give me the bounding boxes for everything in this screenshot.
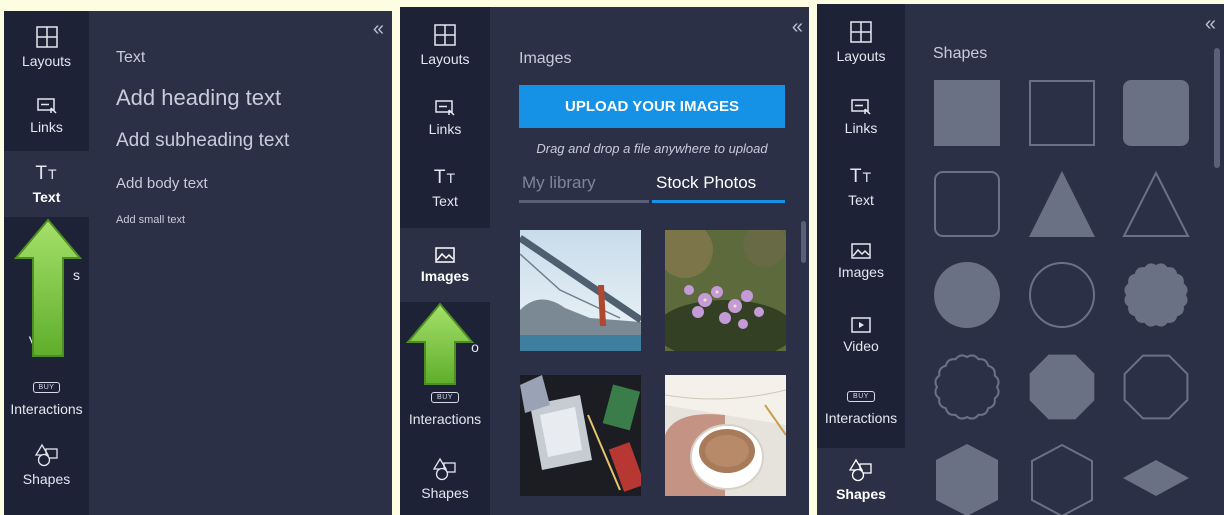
text-icon: TT (433, 167, 457, 188)
stock-photo-purple-flowers[interactable] (665, 230, 786, 351)
green-arrow-annotation (406, 302, 474, 385)
text-icon: TT (849, 166, 873, 187)
sidebar-item-label: Interactions (408, 411, 482, 427)
sidebar-item-text[interactable]: TT Text (400, 161, 490, 221)
sidebar-item-label: Interactions (824, 410, 898, 426)
sidebar-item-label: Layouts (21, 53, 72, 69)
sidebar-rail: Layouts Links TT Text Images o BUY Inter… (400, 7, 490, 515)
sidebar-item-shapes[interactable]: Shapes (400, 453, 490, 515)
sidebar-item-shapes[interactable]: Shapes (4, 439, 89, 503)
image-icon (850, 232, 872, 260)
sidebar-item-interactions[interactable]: BUY Interactions (400, 379, 490, 439)
upload-images-button[interactable]: UPLOAD YOUR IMAGES (519, 85, 785, 128)
sidebar-item-links[interactable]: Links (817, 88, 905, 148)
buy-badge-icon: BUY (847, 378, 875, 406)
sidebar-item-images[interactable]: Images (817, 232, 905, 292)
sidebar-item-layouts[interactable]: Layouts (4, 21, 89, 79)
sidebar-item-label: Shapes (836, 486, 886, 502)
sidebar-item-label: Text (432, 193, 458, 209)
shape-outline-hexagon[interactable] (1029, 443, 1095, 515)
sidebar-item-label: Links (428, 121, 462, 137)
panel-title: Text (116, 49, 146, 66)
stock-photo-notebooks-on-desk[interactable] (520, 375, 641, 496)
panel-title: Images (519, 50, 572, 67)
sidebar-item-label: Interactions (10, 401, 83, 417)
shape-outline-triangle[interactable] (1122, 170, 1190, 237)
add-heading-text-option[interactable]: Add heading text (116, 85, 281, 111)
sidebar-item-label: Shapes (421, 485, 469, 501)
text-icon: TT (35, 163, 58, 184)
sidebar-item-text[interactable]: TT Text (817, 160, 905, 220)
sidebar-item-label: Layouts (420, 51, 470, 67)
sidebar-item-label: Video (843, 338, 879, 354)
shape-filled-hexagon[interactable] (934, 444, 1000, 515)
tab-my-library[interactable]: My library (519, 173, 649, 203)
shape-filled-rounded-square[interactable] (1123, 80, 1189, 146)
stock-photo-coffee-cup-with-book[interactable] (665, 375, 786, 496)
layouts-icon (433, 19, 457, 47)
shape-filled-circle[interactable] (934, 262, 1000, 328)
collapse-panel-button[interactable]: « (1205, 14, 1216, 34)
shape-outline-scalloped-circle[interactable] (934, 354, 1000, 420)
sidebar-item-links[interactable]: Links (4, 87, 89, 145)
sidebar-item-label: Text (848, 192, 874, 208)
sidebar-item-interactions[interactable]: BUY Interactions (4, 369, 89, 429)
sidebar-item-label: Layouts (836, 48, 886, 64)
images-panel-screenshot: Layouts Links TT Text Images o BUY Inter… (400, 7, 809, 515)
shape-filled-square[interactable] (934, 80, 1000, 146)
sidebar-item-images[interactable]: Images (400, 228, 490, 302)
green-arrow-annotation (14, 218, 82, 357)
shape-outline-rounded-square[interactable] (934, 171, 1000, 237)
shape-outline-square[interactable] (1029, 80, 1095, 146)
video-icon (850, 306, 872, 334)
shapes-icon (432, 453, 458, 481)
scrollbar-thumb[interactable] (1214, 48, 1220, 168)
shape-filled-octagon[interactable] (1029, 354, 1095, 420)
shape-outline-octagon[interactable] (1123, 354, 1189, 420)
sidebar-item-label: Links (844, 120, 878, 136)
add-small-text-option[interactable]: Add small text (116, 214, 185, 226)
add-subheading-text-option[interactable]: Add subheading text (116, 130, 289, 152)
layouts-icon (849, 16, 873, 44)
collapse-panel-button[interactable]: « (373, 19, 384, 39)
sidebar-item-shapes[interactable]: Shapes (817, 448, 905, 515)
link-cursor-icon (36, 87, 58, 115)
sidebar-item-text[interactable]: TT Text (4, 151, 89, 217)
tab-stock-photos[interactable]: Stock Photos (652, 173, 785, 203)
sidebar-item-label: Links (30, 119, 63, 135)
stock-photo-golden-gate-bridge[interactable] (520, 230, 641, 351)
sidebar-item-layouts[interactable]: Layouts (400, 19, 490, 79)
link-cursor-icon (850, 88, 872, 116)
sidebar-item-interactions[interactable]: BUY Interactions (817, 378, 905, 438)
link-cursor-icon (434, 89, 456, 117)
sidebar-item-label: Images (420, 268, 470, 284)
buy-badge-icon: BUY (32, 369, 61, 397)
sidebar-item-links[interactable]: Links (400, 89, 490, 151)
text-panel-screenshot: Layouts Links TT Text s Video BUY Intera… (4, 11, 392, 515)
shapes-icon (34, 439, 60, 467)
shape-filled-diamond[interactable] (1123, 444, 1189, 510)
panel-title: Shapes (933, 45, 988, 62)
scrollbar-thumb[interactable] (801, 221, 806, 263)
sidebar-item-video[interactable]: Video (817, 306, 905, 366)
shape-outline-circle[interactable] (1029, 262, 1095, 328)
sidebar-rail: Layouts Links TT Text Images Video BUY I… (817, 4, 905, 515)
collapse-panel-button[interactable]: « (792, 17, 803, 37)
shapes-panel-screenshot: Layouts Links TT Text Images Video BUY I… (817, 4, 1224, 515)
sidebar-item-label: Text (32, 189, 61, 205)
add-body-text-option[interactable]: Add body text (116, 175, 208, 192)
shapes-icon (848, 454, 874, 482)
shape-filled-scalloped-circle[interactable] (1123, 262, 1189, 328)
sidebar-item-label: Images (838, 264, 884, 280)
image-icon (434, 236, 456, 264)
shape-filled-triangle[interactable] (1029, 171, 1095, 237)
sidebar-item-label: Shapes (22, 471, 71, 487)
layouts-icon (35, 21, 59, 49)
sidebar-item-layouts[interactable]: Layouts (817, 16, 905, 76)
drag-drop-hint: Drag and drop a file anywhere to upload (536, 141, 768, 156)
